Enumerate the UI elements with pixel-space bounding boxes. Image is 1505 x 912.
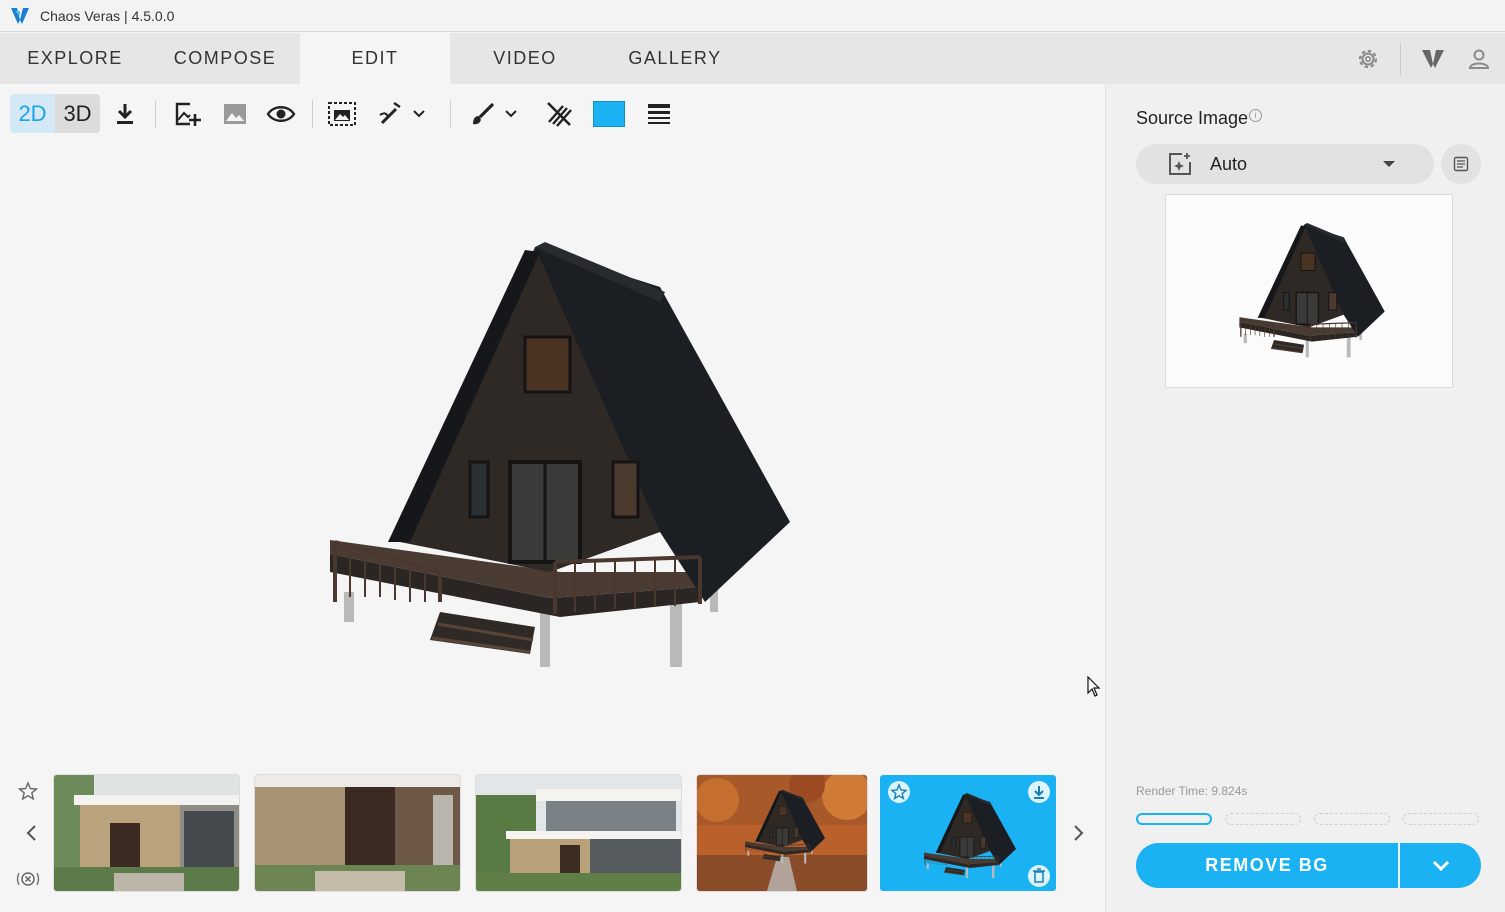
wand-icon bbox=[379, 102, 401, 125]
clear-history-button[interactable] bbox=[16, 869, 40, 889]
user-icon bbox=[1468, 49, 1490, 69]
tab-video[interactable]: VIDEO bbox=[450, 33, 600, 84]
divider bbox=[1400, 42, 1401, 75]
magic-wand-menu[interactable] bbox=[372, 98, 430, 130]
render-history-strip bbox=[0, 765, 1105, 905]
source-select-value: Auto bbox=[1210, 153, 1248, 174]
prompt-notes-button[interactable] bbox=[1441, 144, 1481, 184]
chevron-right-icon bbox=[1074, 825, 1084, 841]
thumbnail-image bbox=[54, 775, 239, 891]
favorite-filter-button[interactable] bbox=[17, 781, 39, 801]
select-region-button[interactable] bbox=[326, 98, 358, 130]
edit-side-panel: Source Image i Auto Render Time: 9.824s … bbox=[1105, 84, 1505, 912]
star-icon bbox=[890, 783, 908, 800]
star-icon bbox=[17, 781, 39, 801]
mode-2d-button[interactable]: 2D bbox=[10, 94, 55, 133]
color-swatch-button[interactable] bbox=[592, 98, 626, 130]
strokes-off-icon bbox=[547, 102, 572, 127]
veras-logo-icon bbox=[11, 7, 29, 24]
veras-menu-button[interactable] bbox=[1415, 41, 1451, 77]
eye-icon bbox=[266, 106, 296, 122]
mouse-cursor-icon bbox=[1087, 676, 1101, 697]
thumbnail-image bbox=[697, 775, 867, 891]
source-image-preview bbox=[1165, 194, 1453, 388]
remove-bg-button[interactable]: REMOVE BG bbox=[1136, 843, 1398, 888]
settings-button[interactable] bbox=[1350, 41, 1386, 77]
main-tab-bar: EXPLORE COMPOSE EDIT VIDEO GALLERY bbox=[0, 33, 1505, 84]
progress-segment-2 bbox=[1225, 813, 1301, 825]
remove-bg-options-button[interactable] bbox=[1400, 843, 1481, 888]
trash-icon bbox=[1033, 868, 1045, 883]
thumbnail-modern-house-3[interactable] bbox=[476, 775, 681, 891]
chevron-down-icon bbox=[413, 110, 425, 118]
thumbnail-modern-house-1[interactable] bbox=[54, 775, 239, 891]
edit-toolbar: 2D 3D bbox=[0, 84, 1105, 144]
brush-menu[interactable] bbox=[465, 98, 523, 130]
line-weight-button[interactable] bbox=[643, 98, 675, 130]
color-swatch bbox=[593, 101, 625, 127]
thumbnail-a-frame-autumn[interactable] bbox=[697, 775, 867, 891]
chevron-down-icon bbox=[505, 110, 517, 118]
toolbar-divider bbox=[450, 100, 451, 128]
image-canvas[interactable] bbox=[0, 144, 1105, 760]
download-icon bbox=[1034, 786, 1044, 799]
thumbnail-a-frame-no-bg[interactable] bbox=[880, 775, 1056, 891]
preview-button[interactable] bbox=[265, 98, 297, 130]
mode-3d-button[interactable]: 3D bbox=[55, 94, 100, 133]
cabin-image bbox=[330, 242, 790, 672]
tab-explore[interactable]: EXPLORE bbox=[0, 33, 150, 84]
chevron-left-icon bbox=[26, 825, 36, 841]
image-icon bbox=[224, 104, 246, 124]
thumbnail-modern-house-2[interactable] bbox=[255, 775, 460, 891]
auto-image-icon bbox=[1169, 153, 1191, 175]
dimension-toggle: 2D 3D bbox=[10, 94, 100, 133]
progress-segment-4 bbox=[1403, 813, 1479, 825]
clear-strokes-button[interactable] bbox=[543, 98, 575, 130]
source-image-select[interactable]: Auto bbox=[1136, 144, 1434, 184]
progress-segment-1 bbox=[1136, 813, 1212, 825]
selection-icon bbox=[328, 102, 356, 126]
line-weight-icon bbox=[648, 104, 670, 124]
info-icon[interactable]: i bbox=[1249, 109, 1262, 122]
scroll-right-button[interactable] bbox=[1072, 823, 1092, 843]
chevron-down-icon bbox=[1432, 860, 1449, 871]
thumbnail-image bbox=[924, 793, 1016, 879]
source-image-label: Source Image bbox=[1136, 108, 1249, 128]
toolbar-divider bbox=[312, 100, 313, 128]
clear-circle-icon bbox=[16, 872, 40, 886]
render-time-label: Render Time: 9.824s bbox=[1136, 784, 1248, 798]
caret-down-icon bbox=[1383, 161, 1395, 167]
favorite-button[interactable] bbox=[888, 781, 910, 803]
add-image-icon bbox=[175, 102, 201, 126]
thumbnail-image bbox=[255, 775, 460, 891]
progress-segment-3 bbox=[1314, 813, 1390, 825]
top-right-icons bbox=[1350, 33, 1505, 84]
notes-icon bbox=[1453, 156, 1469, 172]
toolbar-divider bbox=[155, 100, 156, 128]
gear-icon bbox=[1358, 49, 1378, 68]
image-button[interactable] bbox=[220, 98, 250, 130]
window-title: Chaos Veras | 4.5.0.0 bbox=[40, 7, 175, 24]
scroll-left-button[interactable] bbox=[24, 823, 44, 843]
thumbnail-delete-button[interactable] bbox=[1028, 865, 1050, 887]
veras-logo-icon bbox=[1422, 49, 1444, 68]
add-image-button[interactable] bbox=[170, 98, 204, 130]
thumbnail-image bbox=[476, 775, 681, 891]
title-bar: Chaos Veras | 4.5.0.0 bbox=[0, 0, 1505, 32]
download-icon bbox=[117, 104, 133, 124]
tab-compose[interactable]: COMPOSE bbox=[150, 33, 300, 84]
thumbnail-download-button[interactable] bbox=[1028, 781, 1050, 803]
user-account-button[interactable] bbox=[1461, 41, 1497, 77]
download-button[interactable] bbox=[110, 98, 140, 130]
brush-icon bbox=[473, 102, 495, 125]
tab-gallery[interactable]: GALLERY bbox=[600, 33, 750, 84]
tab-edit[interactable]: EDIT bbox=[300, 33, 450, 84]
source-image-thumbnail bbox=[1239, 223, 1385, 359]
